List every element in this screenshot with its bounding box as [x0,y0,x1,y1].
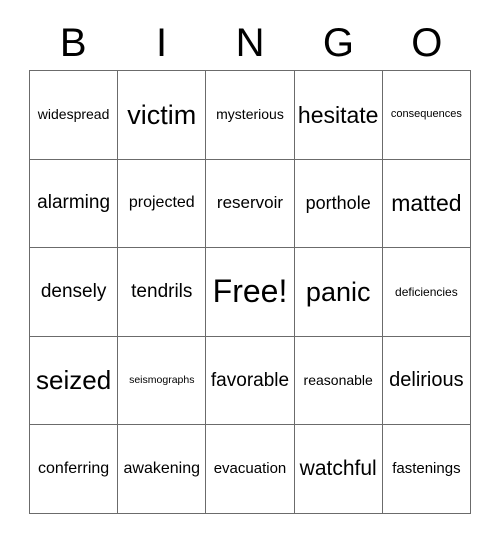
bingo-grid: widespread victim mysterious hesitate co… [29,70,471,514]
bingo-cell[interactable]: watchful [294,425,383,514]
bingo-cell[interactable]: delirious [382,336,471,426]
bingo-cell-label: conferring [38,459,110,477]
bingo-cell-label: fastenings [392,460,461,478]
bingo-cell[interactable]: conferring [30,425,119,514]
bingo-cell[interactable]: porthole [294,159,383,249]
bingo-cell[interactable]: seized [30,336,119,426]
bingo-cell-label: deficiencies [395,284,458,299]
bingo-cell-label: Free! [212,273,288,310]
bingo-cell-label: hesitate [297,101,379,128]
bingo-cell-free[interactable]: Free! [206,248,295,337]
bingo-cell-label: matted [391,190,462,217]
bingo-cell-label: mysterious [216,106,284,123]
bingo-header-letter-n: N [235,21,265,65]
bingo-header-letter-o: O [411,21,443,65]
bingo-cell[interactable]: reasonable [294,336,383,426]
bingo-cell-label: projected [128,193,195,211]
bingo-header-letters: B I N G O [29,16,471,70]
bingo-cell[interactable]: matted [382,159,471,249]
bingo-cell-label: seized [36,364,112,395]
bingo-cell-label: favorable [210,369,290,391]
bingo-cell-label: reservoir [216,193,284,213]
bingo-cell-label: panic [305,276,371,307]
bingo-cell[interactable]: mysterious [206,71,295,160]
bingo-cell[interactable]: hesitate [294,71,383,160]
bingo-header-letter-i: I [156,21,168,65]
bingo-cell[interactable]: densely [30,248,119,337]
bingo-cell-label: tendrils [131,281,193,303]
bingo-cell-label: reasonable [303,372,373,389]
bingo-cell-label: consequences [390,108,462,121]
bingo-cell[interactable]: evacuation [206,425,295,514]
bingo-cell[interactable]: widespread [30,71,119,160]
bingo-header-letter-g: G [322,21,354,65]
bingo-cell-label: evacuation [213,460,287,478]
bingo-cell-label: widespread [37,106,110,123]
bingo-header-letter-b: B [59,21,87,65]
bingo-cell-label: alarming [37,192,111,214]
bingo-cell-label: porthole [305,192,371,213]
bingo-cell-label: awakening [123,459,201,477]
bingo-cell[interactable]: consequences [382,71,471,160]
bingo-cell[interactable]: reservoir [206,159,295,249]
bingo-cell[interactable]: alarming [30,159,119,249]
bingo-cell[interactable]: projected [118,159,207,249]
bingo-cell[interactable]: tendrils [118,248,207,337]
bingo-cell[interactable]: victim [118,71,207,160]
bingo-cell[interactable]: awakening [118,425,207,514]
bingo-card: B I N G O widespread victim mysterious h… [0,0,500,544]
bingo-cell-label: watchful [299,457,377,481]
bingo-cell[interactable]: fastenings [382,425,471,514]
bingo-cell[interactable]: deficiencies [382,248,471,337]
bingo-cell-label: densely [40,281,107,303]
bingo-cell-label: delirious [389,369,464,392]
bingo-cell[interactable]: seismographs [118,336,207,426]
bingo-cell-label: victim [127,99,197,130]
bingo-cell-label: seismographs [129,374,195,387]
bingo-cell[interactable]: panic [294,248,383,337]
bingo-cell[interactable]: favorable [206,336,295,426]
